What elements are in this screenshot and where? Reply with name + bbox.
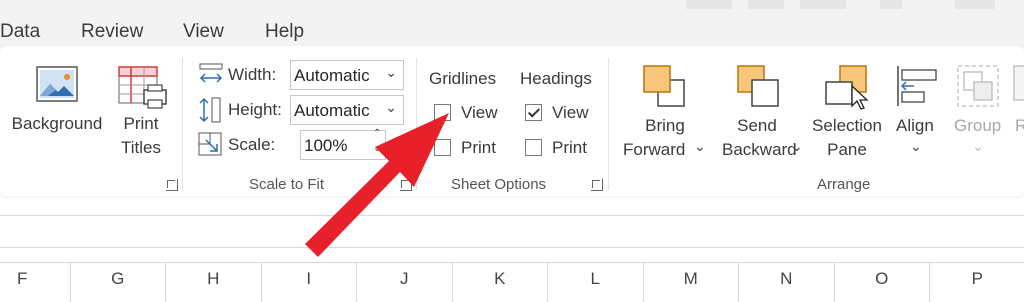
annotation-arrow xyxy=(305,113,449,257)
